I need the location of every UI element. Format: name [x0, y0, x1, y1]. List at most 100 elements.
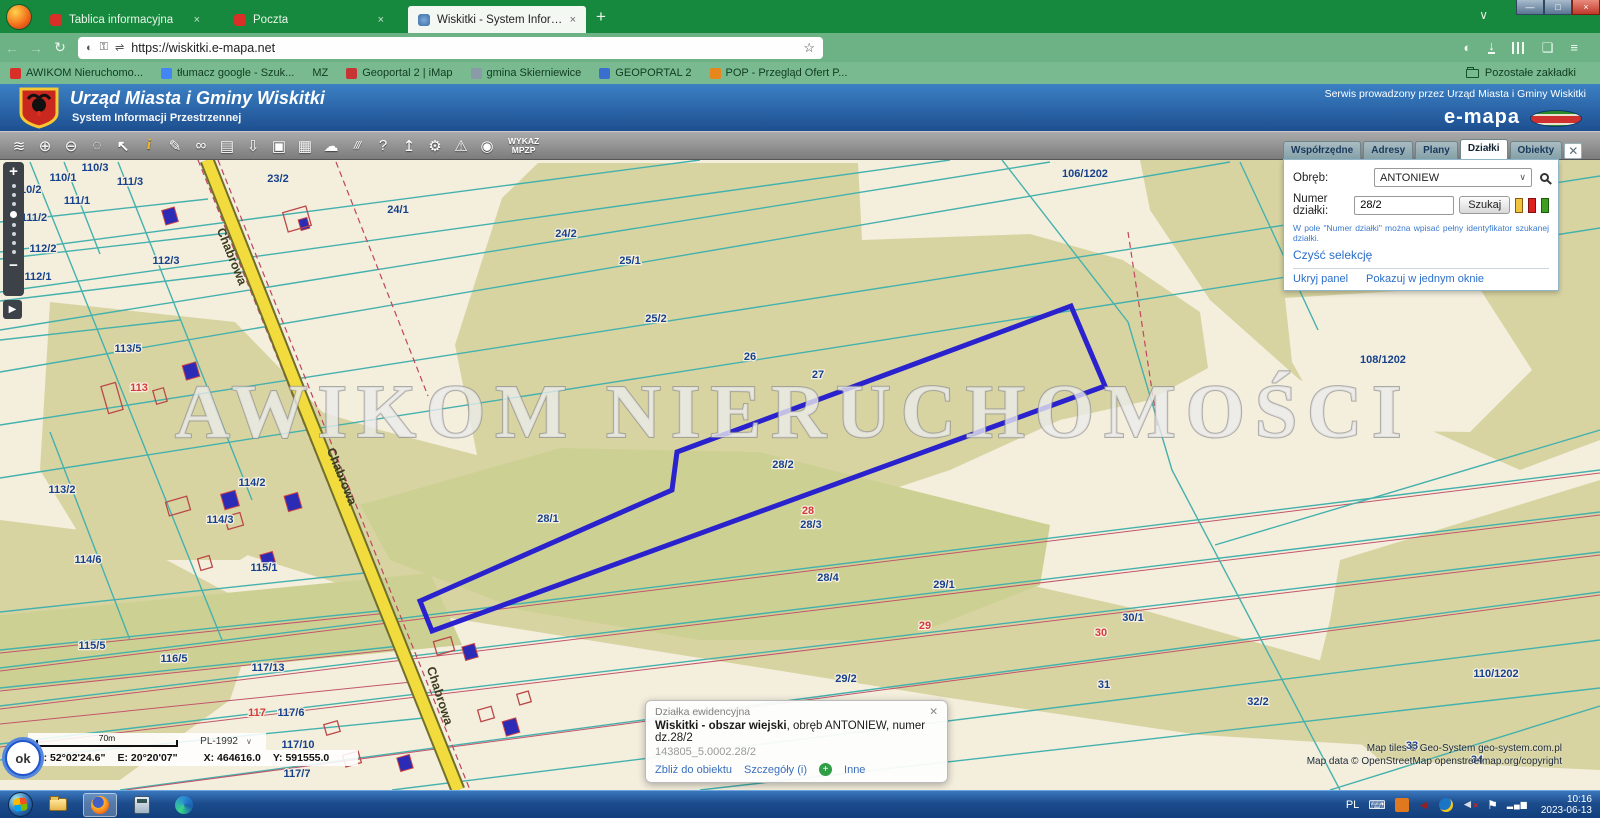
menu-icon[interactable]: ≡ — [1570, 40, 1578, 55]
explorer-taskbar-button[interactable] — [41, 793, 75, 817]
single-window-link[interactable]: Pokazuj w jednym oknie — [1366, 273, 1484, 285]
panel-expand-button[interactable]: ▶ — [3, 300, 22, 319]
plus-icon[interactable]: + — [819, 763, 832, 776]
list-tabs-icon[interactable]: ∨ — [1479, 8, 1488, 22]
panel-tab-adresy[interactable]: Adresy — [1363, 141, 1413, 159]
ok-button[interactable]: ok — [5, 740, 41, 776]
bookmark-item[interactable]: AWIKOM Nieruchomo... — [10, 67, 143, 79]
clear-selection-link[interactable]: Czyść selekcję — [1293, 248, 1372, 262]
network-icon[interactable]: ▂▄▆ — [1507, 800, 1528, 809]
calculator-taskbar-button[interactable] — [125, 793, 159, 817]
bookmark-item[interactable]: MZ — [312, 67, 328, 79]
language-indicator[interactable]: PL — [1346, 799, 1359, 811]
coord-x: X: 464616.0 — [204, 752, 261, 764]
zoom-in-button[interactable]: + — [3, 164, 24, 180]
search-icon[interactable] — [1540, 173, 1549, 182]
cloud-upload-icon[interactable]: ↥ — [396, 137, 422, 155]
account-shield-icon[interactable]: ◐ — [1463, 40, 1471, 55]
parcel-label: 117/6 — [278, 707, 305, 719]
new-tab-button[interactable]: + — [596, 7, 606, 27]
forward-button[interactable]: → — [24, 40, 48, 56]
numer-input[interactable] — [1354, 196, 1454, 215]
details-link[interactable]: Szczegóły (i) — [744, 764, 807, 776]
other-bookmarks-button[interactable]: Pozostałe zakładki — [1466, 67, 1576, 79]
cloud-icon[interactable]: ☁ — [318, 137, 344, 155]
info-icon[interactable]: i — [136, 137, 162, 154]
panel-tab-współrzędne[interactable]: Współrzędne — [1283, 141, 1361, 159]
zoom-slider[interactable] — [3, 184, 24, 254]
firefox-logo-icon[interactable] — [6, 4, 32, 30]
szukaj-button[interactable]: Szukaj — [1459, 196, 1510, 214]
street-view-icon[interactable]: ◉ — [474, 137, 500, 155]
keyboard-icon[interactable]: ⌨ — [1368, 799, 1385, 811]
start-button[interactable] — [8, 792, 33, 817]
minimize-button[interactable]: — — [1516, 0, 1544, 15]
copy-view-icon[interactable]: ▣ — [266, 137, 292, 155]
volume-icon[interactable]: ◄ — [1418, 799, 1430, 811]
lock-icon[interactable]: ⚿ — [100, 41, 108, 54]
bookmark-item[interactable]: gmina Skierniewice — [471, 67, 582, 79]
print-icon[interactable]: ▤ — [214, 137, 240, 155]
close-button[interactable]: × — [1572, 0, 1600, 15]
zoom-in-icon[interactable]: ⊕ — [32, 137, 58, 155]
flag-icon[interactable]: ⚑ — [1487, 799, 1498, 811]
tab-close-icon[interactable]: × — [194, 14, 200, 26]
firefox-taskbar-button[interactable] — [83, 793, 117, 817]
swatch-yellow[interactable] — [1515, 198, 1523, 213]
layers-icon[interactable]: ≋ — [6, 137, 32, 155]
clock[interactable]: 10:16 2023-06-13 — [1541, 794, 1592, 816]
panel-tab-plany[interactable]: Plany — [1415, 141, 1458, 159]
maximize-button[interactable]: □ — [1544, 0, 1572, 15]
library-icon[interactable] — [1512, 42, 1525, 54]
panel-tab-obiekty[interactable]: Obiekty — [1510, 141, 1563, 159]
shield-icon[interactable]: ◐ — [86, 42, 93, 54]
wykaz-mpzp-button[interactable]: WYKAZ MPZP — [508, 137, 539, 155]
link-icon[interactable]: ∞ — [188, 137, 214, 154]
back-button[interactable]: ← — [0, 40, 24, 56]
search-panel: WspółrzędneAdresyPlanyDziałkiObiekty ✕ O… — [1283, 139, 1559, 291]
muted-speaker-icon[interactable]: ◄× — [1462, 798, 1479, 812]
bookmark-star-icon[interactable]: ☆ — [803, 40, 815, 56]
tab-tablica[interactable]: Tablica informacyjna × — [40, 6, 210, 33]
zoom-to-object-link[interactable]: Zbliż do obiektu — [655, 764, 732, 776]
building — [397, 754, 413, 771]
settings-icon[interactable]: ⚙ — [422, 137, 448, 155]
help-icon[interactable]: ? — [370, 137, 396, 154]
select-area-icon[interactable]: ◌ — [84, 137, 110, 154]
zoom-control[interactable]: + − — [3, 162, 24, 296]
download-icon[interactable]: ⇩ — [240, 137, 266, 155]
tab-wiskitki-active[interactable]: Wiskitki - System Informacji Prz × — [408, 6, 586, 33]
tray-clock-app-icon[interactable] — [1439, 798, 1453, 812]
zoom-out-icon[interactable]: ⊖ — [58, 137, 84, 155]
tab-close-icon[interactable]: × — [570, 14, 576, 26]
downloads-icon[interactable]: ↓ — [1488, 41, 1495, 54]
crs-select[interactable]: PL-1992 ∨ — [186, 733, 266, 750]
zoom-out-button[interactable]: − — [3, 258, 24, 274]
tray-app-icon[interactable] — [1395, 798, 1409, 812]
inne-link[interactable]: Inne — [844, 764, 865, 776]
swatch-red[interactable] — [1528, 198, 1536, 213]
popup-close-icon[interactable]: ✕ — [929, 706, 938, 718]
tab-poczta[interactable]: Poczta × — [224, 6, 394, 33]
swatch-green[interactable] — [1541, 198, 1549, 213]
url-bar[interactable]: ◐ ⚿ ⇌ https://wiskitki.e-mapa.net ☆ — [78, 37, 823, 59]
hatch-icon[interactable]: /// — [344, 140, 370, 152]
panel-close-icon[interactable]: ✕ — [1564, 143, 1582, 159]
sidebar-icon[interactable]: ❏ — [1542, 40, 1554, 56]
panel-tab-działki[interactable]: Działki — [1460, 139, 1508, 159]
permissions-icon[interactable]: ⇌ — [115, 41, 124, 54]
obreb-select[interactable]: ANTONIEW ∨ — [1374, 168, 1532, 187]
pointer-icon[interactable]: ↖ — [110, 137, 136, 155]
measure-icon[interactable]: ✎ — [162, 137, 188, 155]
bookmark-item[interactable]: Geoportal 2 | iMap — [346, 67, 452, 79]
reload-button[interactable]: ↻ — [48, 39, 72, 56]
bookmark-item[interactable]: GEOPORTAL 2 — [599, 67, 691, 79]
url-text[interactable]: https://wiskitki.e-mapa.net — [131, 41, 796, 55]
edge-taskbar-button[interactable] — [167, 793, 201, 817]
bookmark-item[interactable]: POP - Przegląd Ofert P... — [710, 67, 848, 79]
tab-close-icon[interactable]: × — [378, 14, 384, 26]
bookmark-item[interactable]: tłumacz google - Szuk... — [161, 67, 294, 79]
split-view-icon[interactable]: ▦ — [292, 137, 318, 155]
warning-icon[interactable]: ⚠ — [448, 137, 474, 155]
hide-panel-link[interactable]: Ukryj panel — [1293, 273, 1348, 285]
